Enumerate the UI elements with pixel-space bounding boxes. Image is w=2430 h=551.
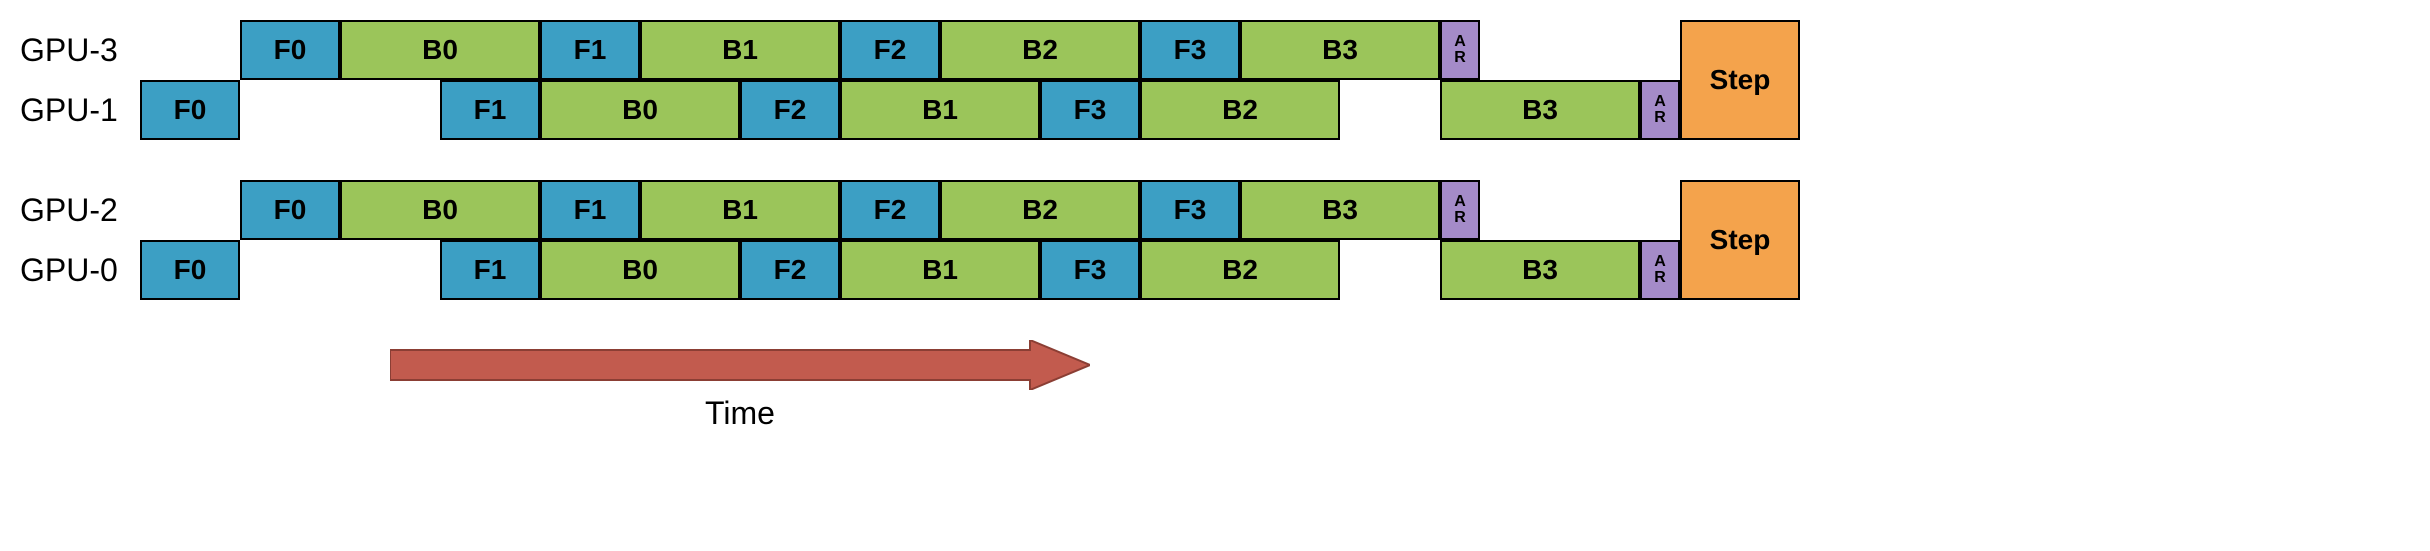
backward-block: B0 bbox=[340, 180, 540, 240]
backward-block: B3 bbox=[1240, 20, 1440, 80]
forward-block: F0 bbox=[240, 20, 340, 80]
forward-block: F2 bbox=[740, 240, 840, 300]
forward-block: F3 bbox=[1140, 180, 1240, 240]
forward-block: F3 bbox=[1040, 240, 1140, 300]
gpu-label: GPU-0 bbox=[20, 252, 140, 289]
forward-block: F2 bbox=[840, 180, 940, 240]
backward-block: B0 bbox=[540, 240, 740, 300]
gpu-row: GPU-2F0B0F1B1F2B2F3B3ARStep bbox=[20, 180, 2410, 240]
gpu-row: GPU-1F0 F1B0F2B1F3B2 B3AR bbox=[20, 80, 2410, 140]
step-block: Step bbox=[1680, 20, 1800, 140]
backward-block: B1 bbox=[840, 80, 1040, 140]
timeline: F0B0F1B1F2B2F3B3ARStep bbox=[140, 180, 1840, 240]
allreduce-block: AR bbox=[1440, 20, 1480, 80]
forward-block: F2 bbox=[840, 20, 940, 80]
backward-block: B3 bbox=[1440, 80, 1640, 140]
parallel-group-1: GPU-2F0B0F1B1F2B2F3B3ARStepGPU-0F0F1B0F2… bbox=[20, 180, 2410, 300]
gpu-row: GPU-3F0B0F1B1F2B2F3B3ARStep bbox=[20, 20, 2410, 80]
forward-block: F3 bbox=[1140, 20, 1240, 80]
forward-block: F0 bbox=[140, 80, 240, 140]
gpu-label: GPU-2 bbox=[20, 192, 140, 229]
step-block: Step bbox=[1680, 180, 1800, 300]
forward-block: F1 bbox=[540, 20, 640, 80]
forward-block: F1 bbox=[440, 80, 540, 140]
backward-block: B0 bbox=[540, 80, 740, 140]
forward-block: F1 bbox=[540, 180, 640, 240]
backward-block: B1 bbox=[840, 240, 1040, 300]
forward-block: F3 bbox=[1040, 80, 1140, 140]
backward-block: B3 bbox=[1440, 240, 1640, 300]
timeline: F0 F1B0F2B1F3B2 B3AR bbox=[140, 80, 1840, 140]
backward-block: B2 bbox=[1140, 80, 1340, 140]
backward-block: B1 bbox=[640, 20, 840, 80]
backward-block: B2 bbox=[940, 20, 1140, 80]
forward-block: F1 bbox=[440, 240, 540, 300]
gpu-label: GPU-3 bbox=[20, 32, 140, 69]
timeline: F0 F1B0F2B1F3B2 B3AR bbox=[140, 240, 1840, 300]
pipeline-diagram: GPU-3F0B0F1B1F2B2F3B3ARStepGPU-1F0F1B0F2… bbox=[20, 20, 2410, 432]
time-label: Time bbox=[705, 395, 775, 432]
forward-block: F0 bbox=[140, 240, 240, 300]
backward-block: B0 bbox=[340, 20, 540, 80]
allreduce-block: AR bbox=[1640, 80, 1680, 140]
gpu-row: GPU-0F0 F1B0F2B1F3B2 B3AR bbox=[20, 240, 2410, 300]
forward-block: F0 bbox=[240, 180, 340, 240]
backward-block: B2 bbox=[940, 180, 1140, 240]
timeline: F0B0F1B1F2B2F3B3ARStep bbox=[140, 20, 1840, 80]
allreduce-block: AR bbox=[1440, 180, 1480, 240]
backward-block: B1 bbox=[640, 180, 840, 240]
backward-block: B3 bbox=[1240, 180, 1440, 240]
backward-block: B2 bbox=[1140, 240, 1340, 300]
time-arrow: Time bbox=[390, 340, 1090, 432]
parallel-group-0: GPU-3F0B0F1B1F2B2F3B3ARStepGPU-1F0F1B0F2… bbox=[20, 20, 2410, 140]
gpu-label: GPU-1 bbox=[20, 92, 140, 129]
forward-block: F2 bbox=[740, 80, 840, 140]
allreduce-block: AR bbox=[1640, 240, 1680, 300]
